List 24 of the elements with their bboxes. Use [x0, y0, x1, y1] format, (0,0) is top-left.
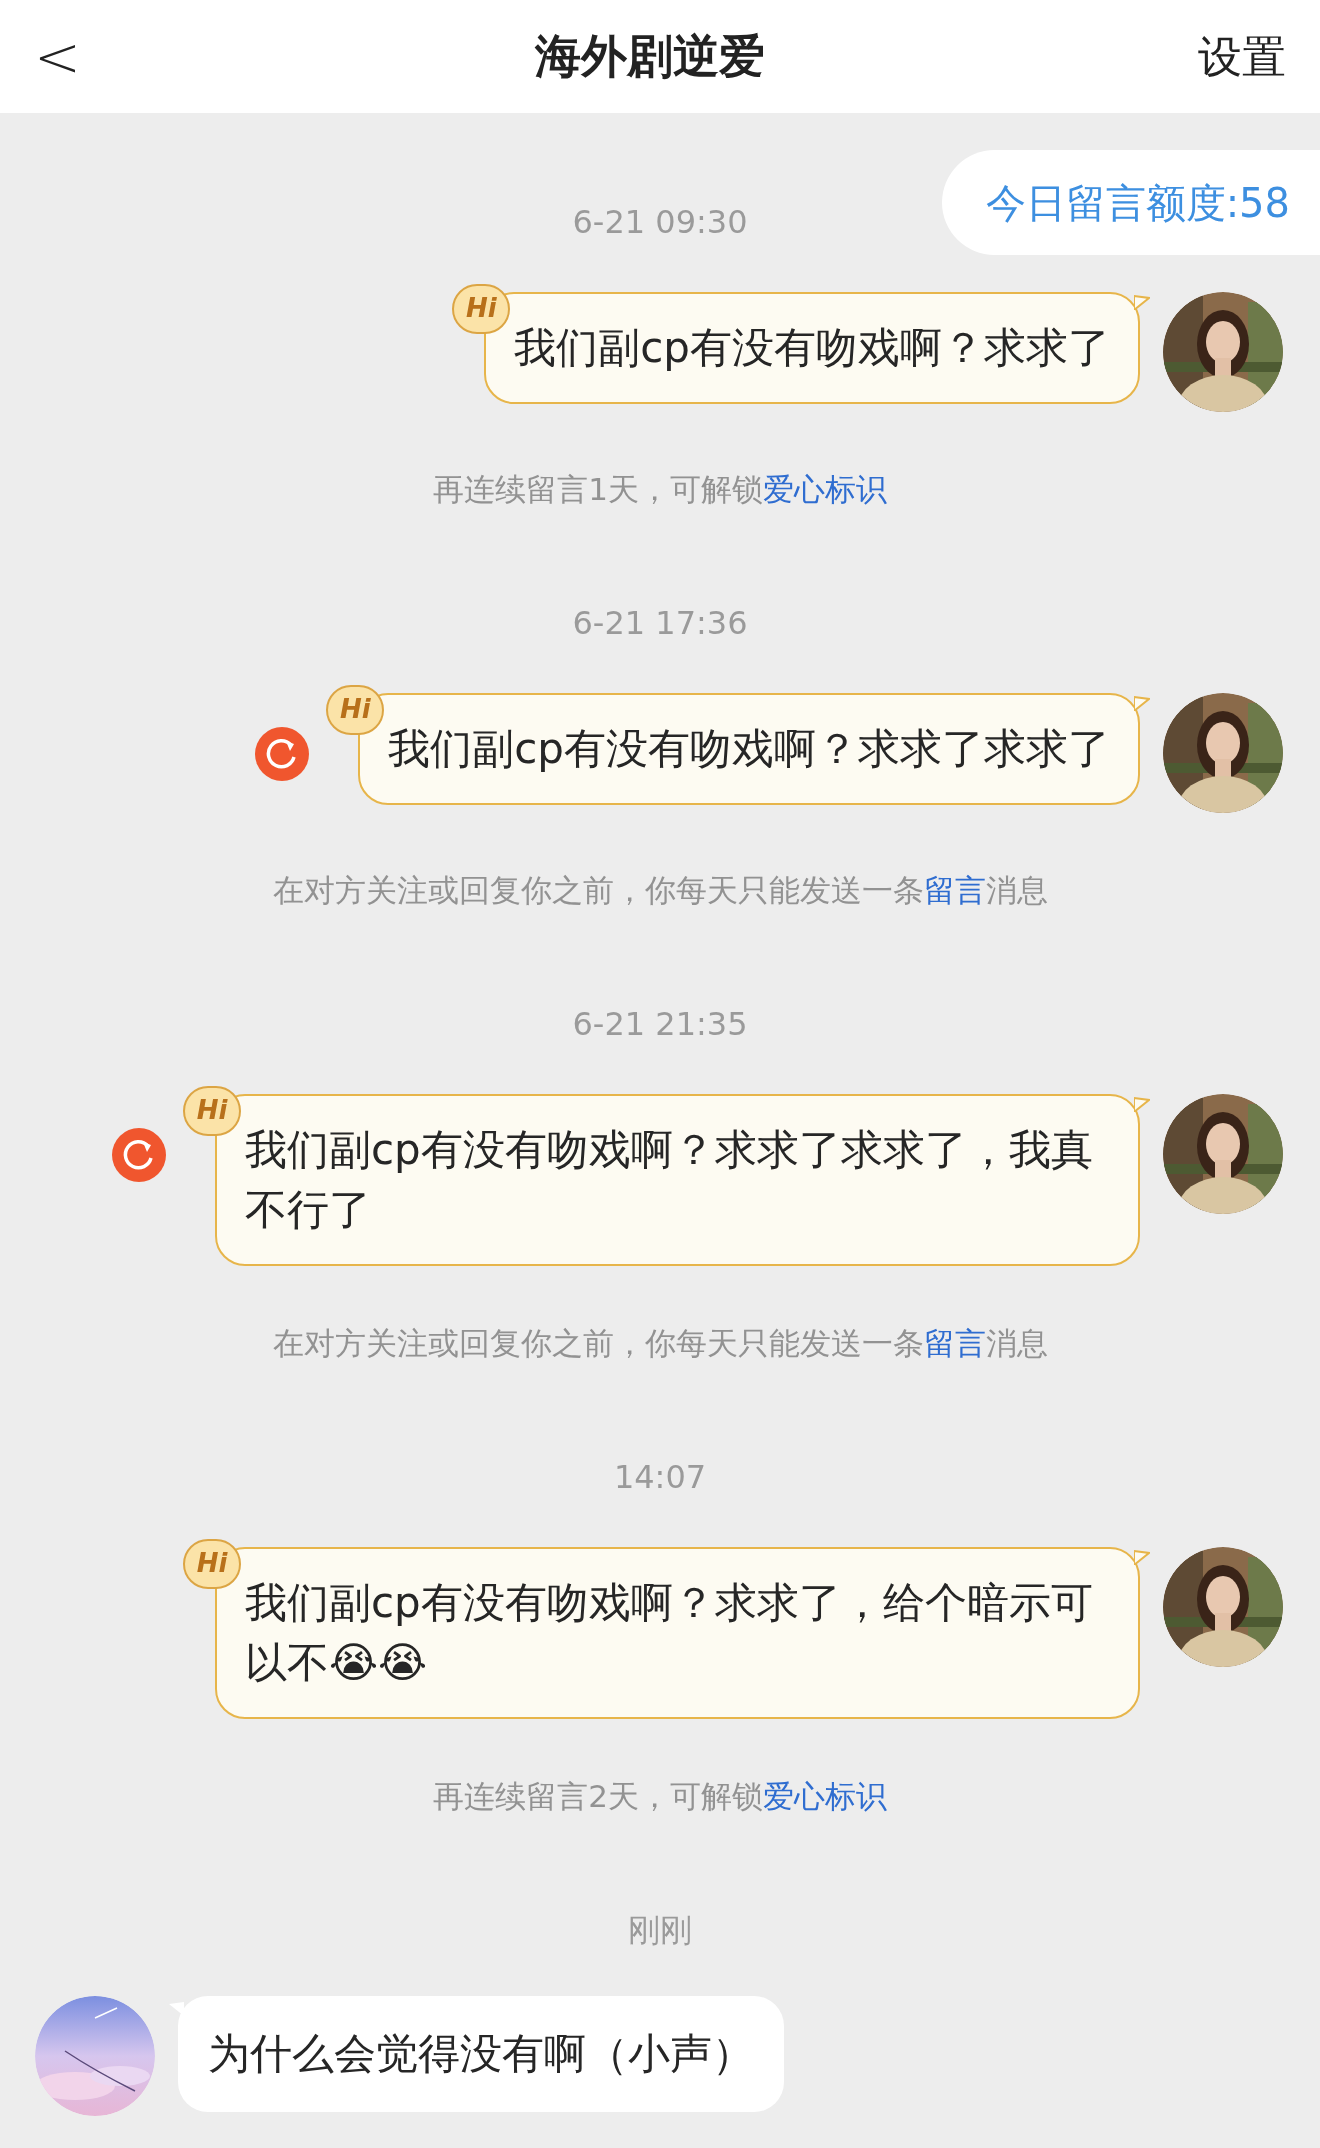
timestamp: 6-21 17:36 — [572, 603, 748, 644]
notice-text: 在对方关注或回复你之前，你每天只能发送一条留言消息 — [271, 871, 1049, 910]
back-button[interactable]: < — [34, 28, 114, 85]
hi-badge: Hi — [452, 284, 511, 334]
timestamp: 6-21 21:35 — [572, 1004, 748, 1045]
timestamp: 6-21 09:30 — [572, 202, 748, 243]
notice-link[interactable]: 爱心标识 — [762, 471, 887, 507]
notice-link[interactable]: 留言 — [923, 872, 986, 908]
timestamp: 刚刚 — [628, 1910, 692, 1951]
message-bubble: 为什么会觉得没有啊（小声） — [178, 1996, 784, 2112]
quota-label: 今日留言额度:58 — [941, 150, 1320, 255]
notice-text: 再连续留言2天，可解锁爱心标识 — [432, 1777, 888, 1816]
hi-badge: Hi — [183, 1539, 241, 1589]
retry-icon[interactable] — [112, 1128, 166, 1182]
timestamp: 14:07 — [613, 1457, 707, 1498]
retry-icon[interactable] — [255, 727, 310, 781]
hi-badge: Hi — [326, 685, 385, 735]
settings-button[interactable]: 设置 — [1186, 23, 1286, 90]
window-title: 海外剧逆爱 — [535, 28, 765, 85]
notice-link[interactable]: 留言 — [923, 1325, 986, 1361]
notice-text: 在对方关注或回复你之前，你每天只能发送一条留言消息 — [271, 1324, 1049, 1363]
notice-text: 再连续留言1天，可解锁爱心标识 — [432, 470, 888, 509]
hi-badge: Hi — [183, 1086, 241, 1136]
notice-link[interactable]: 爱心标识 — [762, 1778, 887, 1814]
